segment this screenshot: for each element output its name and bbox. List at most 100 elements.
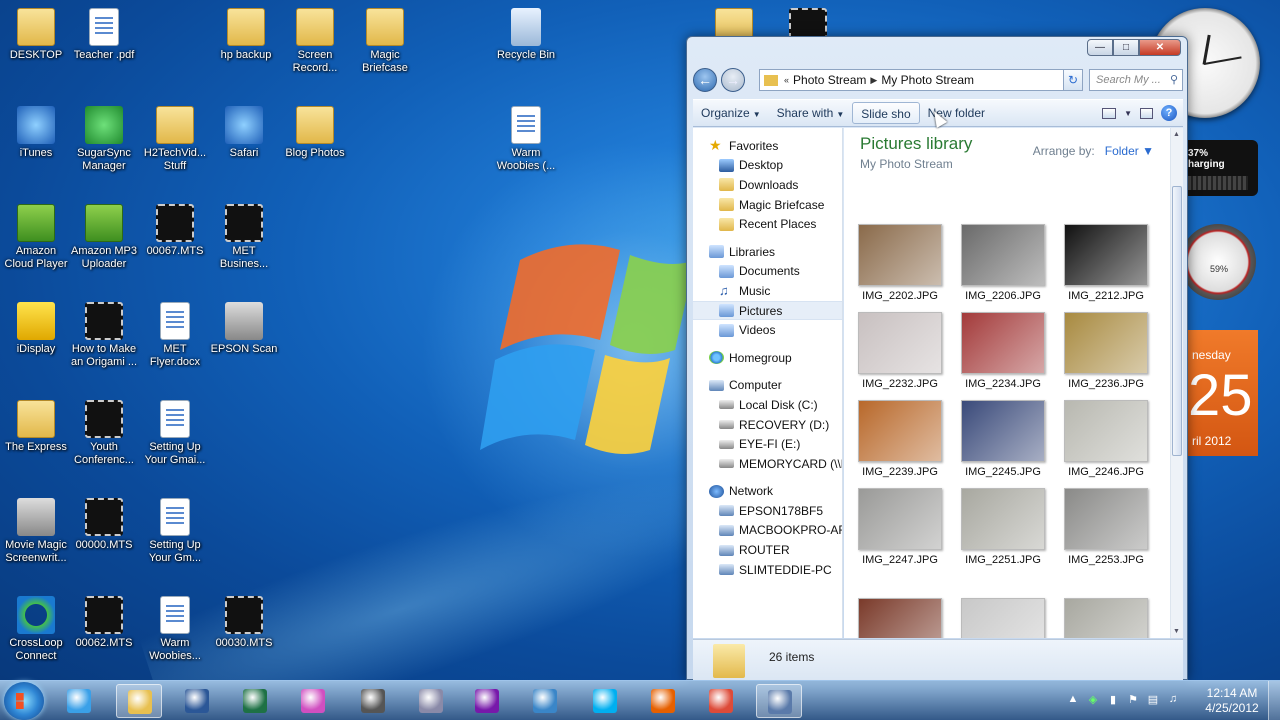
- breadcrumb-arrow-icon[interactable]: ▶: [870, 75, 877, 86]
- taskbar-onenote-button[interactable]: [464, 684, 510, 718]
- network-icon[interactable]: ▤: [1146, 693, 1160, 706]
- breadcrumb-photo-stream[interactable]: Photo Stream: [789, 73, 870, 87]
- share-with-button[interactable]: Share with ▼: [769, 102, 853, 124]
- file-thumbnail[interactable]: IMG_2247.JPG: [852, 488, 948, 566]
- desktop-icon-movie-magic[interactable]: Movie Magic Screenwrit...: [0, 498, 72, 565]
- file-thumbnail[interactable]: [1058, 598, 1154, 638]
- address-bar[interactable]: « Photo Stream ▶ My Photo Stream ▼: [759, 69, 1083, 91]
- file-thumbnail[interactable]: IMG_2236.JPG: [1058, 312, 1154, 390]
- desktop-icon-the-express[interactable]: The Express: [0, 400, 72, 454]
- back-button[interactable]: ←: [693, 68, 717, 92]
- desktop-icon-amazon-cloud[interactable]: Amazon Cloud Player: [0, 204, 72, 271]
- desktop-icon-safari[interactable]: Safari: [208, 106, 280, 160]
- nav-favorites[interactable]: ★ Favorites: [693, 136, 842, 156]
- desktop-icon-recycle-bin[interactable]: Recycle Bin: [490, 8, 562, 62]
- nav-eye-fi[interactable]: EYE-FI (E:): [693, 434, 842, 454]
- taskbar-excel-button[interactable]: [232, 684, 278, 718]
- nav-homegroup[interactable]: Homegroup: [693, 348, 842, 368]
- nav-downloads[interactable]: Downloads: [693, 175, 842, 195]
- desktop-icon-warm-woobies-2[interactable]: Warm Woobies...: [139, 596, 211, 663]
- taskbar-clock[interactable]: 12:14 AM 4/25/2012: [1200, 686, 1264, 716]
- desktop-icon-00067[interactable]: 00067.MTS: [139, 204, 211, 258]
- file-thumbnail[interactable]: IMG_2212.JPG: [1058, 224, 1154, 302]
- nav-local-disk[interactable]: Local Disk (C:): [693, 395, 842, 415]
- file-thumbnail[interactable]: IMG_2253.JPG: [1058, 488, 1154, 566]
- scroll-up-icon[interactable]: ▲: [1173, 131, 1180, 138]
- desktop-icon-amazon-mp3[interactable]: Amazon MP3 Uploader: [68, 204, 140, 271]
- nav-memorycard[interactable]: MEMORYCARD (\\E: [693, 454, 842, 474]
- taskbar-paint-button[interactable]: [522, 684, 568, 718]
- taskbar-firefox-button[interactable]: [640, 684, 686, 718]
- vertical-scrollbar[interactable]: ▲ ▼: [1170, 128, 1183, 638]
- nav-documents[interactable]: Documents: [693, 262, 842, 282]
- maximize-button[interactable]: □: [1113, 39, 1139, 56]
- help-icon[interactable]: ?: [1161, 105, 1177, 121]
- nav-videos[interactable]: Videos: [693, 320, 842, 340]
- action-center-flag-icon[interactable]: ⚑: [1126, 693, 1140, 706]
- nav-router[interactable]: ROUTER: [693, 540, 842, 560]
- calendar-gadget[interactable]: nesday 25 ril 2012: [1188, 330, 1258, 456]
- scroll-down-icon[interactable]: ▼: [1173, 628, 1180, 635]
- taskbar-video-editor-button[interactable]: [756, 684, 802, 718]
- power-icon[interactable]: ▮: [1106, 693, 1120, 706]
- taskbar-media-button[interactable]: [290, 684, 336, 718]
- nav-slimteddie[interactable]: SLIMTEDDIE-PC: [693, 560, 842, 580]
- sync-icon[interactable]: ◈: [1086, 693, 1100, 706]
- change-view-icon[interactable]: [1102, 107, 1117, 119]
- arrange-by-dropdown[interactable]: Folder ▼: [1105, 144, 1154, 158]
- close-button[interactable]: ✕: [1139, 39, 1181, 56]
- forward-button[interactable]: →: [721, 68, 745, 92]
- breadcrumb-my-photo-stream[interactable]: My Photo Stream: [877, 73, 978, 87]
- start-button[interactable]: [4, 682, 44, 720]
- file-thumbnail[interactable]: IMG_2232.JPG: [852, 312, 948, 390]
- desktop-icon-crossloop[interactable]: CrossLoop Connect: [0, 596, 72, 663]
- nav-macbookpro[interactable]: MACBOOKPRO-AFA: [693, 521, 842, 541]
- desktop-icon-sugarsync[interactable]: SugarSync Manager: [68, 106, 140, 173]
- desktop-icon-desktop[interactable]: DESKTOP: [0, 8, 72, 62]
- desktop-icon-h2techvid[interactable]: H2TechVid... Stuff: [139, 106, 211, 173]
- slide-show-button[interactable]: Slide sho: [852, 102, 920, 124]
- desktop-icon-youth-conference[interactable]: Youth Conferenc...: [68, 400, 140, 467]
- nav-epson[interactable]: EPSON178BF5: [693, 501, 842, 521]
- search-input[interactable]: Search My ... ⚲: [1089, 69, 1183, 91]
- file-thumbnail[interactable]: [852, 598, 948, 638]
- desktop-icon-epson-scan[interactable]: EPSON Scan: [208, 302, 280, 356]
- desktop-icon-screen-record[interactable]: Screen Record...: [279, 8, 351, 75]
- nav-recovery[interactable]: RECOVERY (D:): [693, 415, 842, 435]
- file-thumbnail[interactable]: IMG_2206.JPG: [955, 224, 1051, 302]
- nav-pictures[interactable]: Pictures: [693, 300, 842, 321]
- desktop-icon-gmail-1[interactable]: Setting Up Your Gmai...: [139, 400, 211, 467]
- taskbar-itunes-button[interactable]: [350, 684, 396, 718]
- taskbar-skype-button[interactable]: [582, 684, 628, 718]
- desktop-icon-teacher-pdf[interactable]: Teacher .pdf: [68, 8, 140, 62]
- view-dropdown-icon[interactable]: ▼: [1124, 109, 1132, 118]
- file-thumbnail[interactable]: IMG_2245.JPG: [955, 400, 1051, 478]
- file-thumbnail[interactable]: IMG_2202.JPG: [852, 224, 948, 302]
- taskbar-file-explorer-button[interactable]: [116, 684, 162, 718]
- file-thumbnail[interactable]: IMG_2251.JPG: [955, 488, 1051, 566]
- desktop-icon-gmail-2[interactable]: Setting Up Your Gm...: [139, 498, 211, 565]
- tray-expand-icon[interactable]: ▲: [1066, 693, 1080, 706]
- file-thumbnail[interactable]: IMG_2234.JPG: [955, 312, 1051, 390]
- file-thumbnail[interactable]: IMG_2246.JPG: [1058, 400, 1154, 478]
- refresh-button[interactable]: ↻: [1063, 69, 1083, 91]
- desktop-icon-magic-briefcase[interactable]: Magic Briefcase: [349, 8, 421, 75]
- desktop-icon-origami[interactable]: How to Make an Origami ...: [68, 302, 140, 369]
- battery-gadget[interactable]: 37% harging: [1180, 140, 1258, 196]
- nav-computer[interactable]: Computer: [693, 376, 842, 396]
- nav-network[interactable]: Network: [693, 482, 842, 502]
- taskbar-chrome-button[interactable]: [698, 684, 744, 718]
- organize-button[interactable]: Organize ▼: [693, 102, 769, 124]
- desktop-icon-itunes[interactable]: iTunes: [0, 106, 72, 160]
- explorer-window[interactable]: — □ ✕ ← → « Photo Stream ▶ My Photo Stre…: [686, 36, 1188, 681]
- nav-libraries[interactable]: Libraries: [693, 242, 842, 262]
- desktop-icon-blog-photos[interactable]: Blog Photos: [279, 106, 351, 160]
- nav-magic-briefcase[interactable]: Magic Briefcase: [693, 195, 842, 215]
- minimize-button[interactable]: —: [1087, 39, 1113, 56]
- desktop-icon-warm-woobies-1[interactable]: Warm Woobies (...: [490, 106, 562, 173]
- cpu-meter-gadget[interactable]: 59%: [1180, 224, 1256, 300]
- desktop-icon-met-flyer[interactable]: MET Flyer.docx: [139, 302, 211, 369]
- nav-music[interactable]: ♫ Music: [693, 281, 842, 301]
- taskbar-internet-explorer-button[interactable]: [56, 684, 102, 718]
- taskbar-onenote-alt-button[interactable]: [408, 684, 454, 718]
